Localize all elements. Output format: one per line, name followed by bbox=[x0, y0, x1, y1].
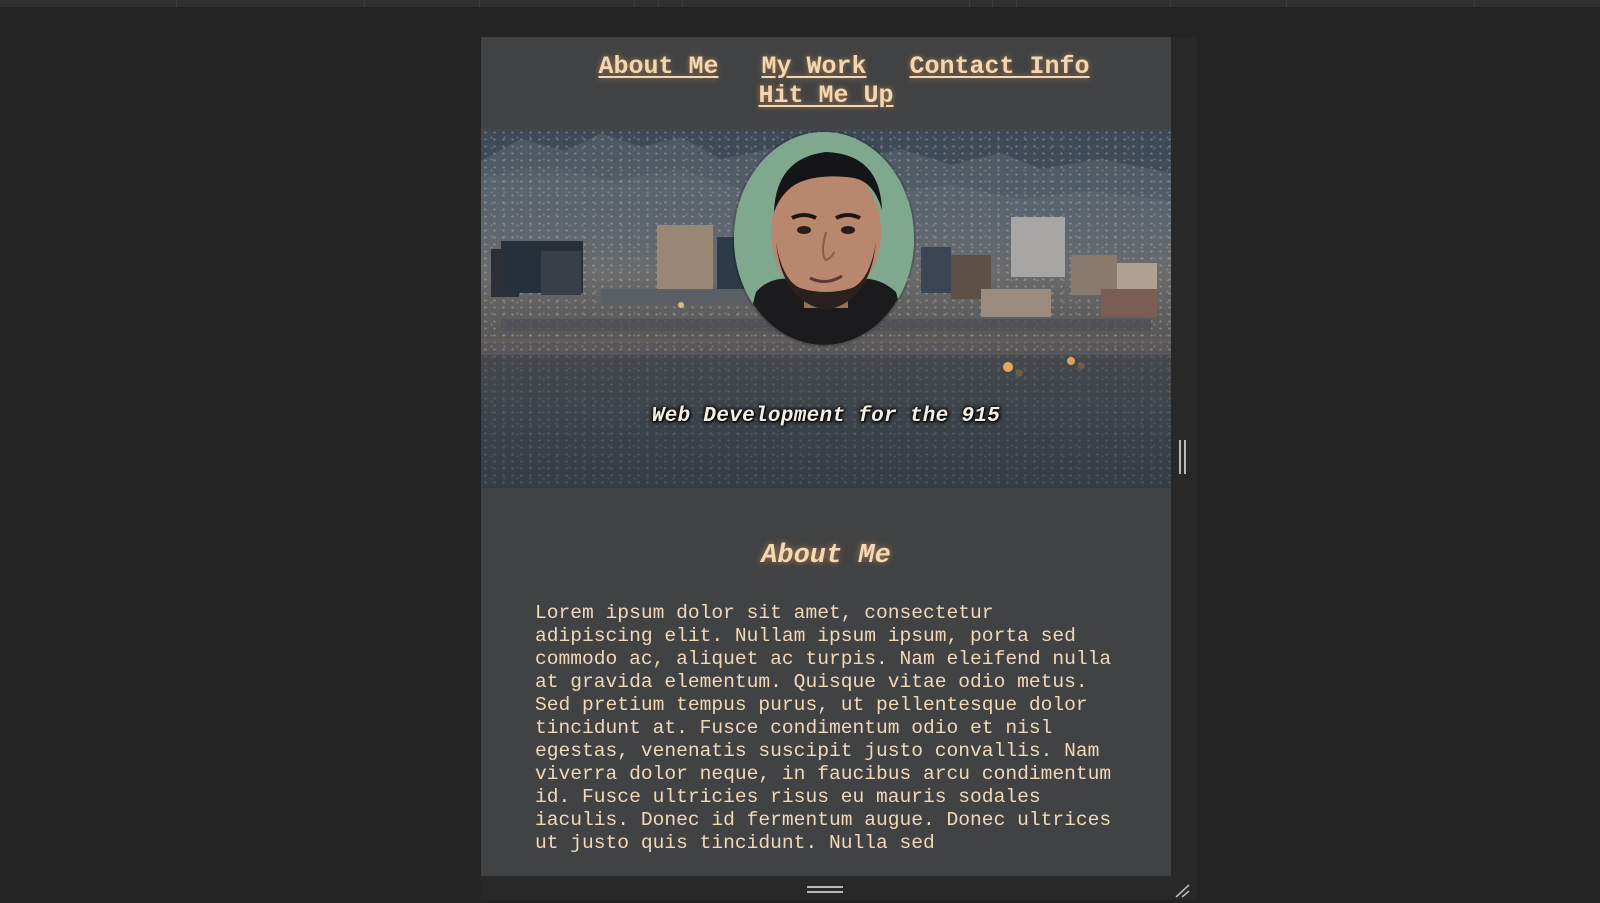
toolbar-divider bbox=[1016, 0, 1017, 7]
about-body-text: Lorem ipsum dolor sit amet, consectetur … bbox=[535, 602, 1112, 854]
toolbar-divider bbox=[682, 0, 683, 7]
nav-row-primary: About Me My Work Contact Info bbox=[481, 52, 1171, 81]
grip-line bbox=[807, 886, 843, 888]
toolbar-divider bbox=[176, 0, 177, 7]
avatar bbox=[734, 132, 914, 345]
nav-link-about-me[interactable]: About Me bbox=[598, 52, 718, 81]
toolbar-divider bbox=[969, 0, 970, 7]
page-viewport[interactable]: About Me My Work Contact Info Hit Me Up bbox=[481, 37, 1171, 876]
toolbar-divider bbox=[634, 0, 635, 7]
profile-photo-icon bbox=[734, 132, 914, 345]
toolbar-divider bbox=[658, 0, 659, 7]
hero-banner: Web Development for the 915 bbox=[481, 129, 1171, 488]
grip-line bbox=[807, 891, 843, 893]
nav-link-hit-me-up[interactable]: Hit Me Up bbox=[758, 81, 893, 110]
resize-corner-icon[interactable] bbox=[1173, 882, 1191, 898]
toolbar-divider bbox=[364, 0, 365, 7]
toolbar-divider bbox=[479, 0, 480, 7]
nav-link-contact-info[interactable]: Contact Info bbox=[910, 52, 1090, 81]
viewport-width-resize-handle[interactable] bbox=[1179, 440, 1187, 474]
toolbar-divider bbox=[1474, 0, 1475, 7]
nav-link-my-work[interactable]: My Work bbox=[761, 52, 866, 81]
viewport-height-resize-handle[interactable] bbox=[807, 886, 843, 894]
grip-line bbox=[1184, 440, 1186, 474]
resize-grip-icon bbox=[1175, 884, 1190, 898]
toolbar-divider bbox=[1286, 0, 1287, 7]
browser-top-strip bbox=[0, 0, 1600, 7]
nav-row-secondary: Hit Me Up bbox=[481, 81, 1171, 110]
toolbar-divider bbox=[1170, 0, 1171, 7]
grip-line bbox=[1179, 440, 1181, 474]
about-heading: About Me bbox=[761, 541, 891, 571]
hero-tagline: Web Development for the 915 bbox=[651, 405, 1001, 428]
main-nav: About Me My Work Contact Info Hit Me Up bbox=[481, 37, 1171, 129]
toolbar-divider bbox=[992, 0, 993, 7]
